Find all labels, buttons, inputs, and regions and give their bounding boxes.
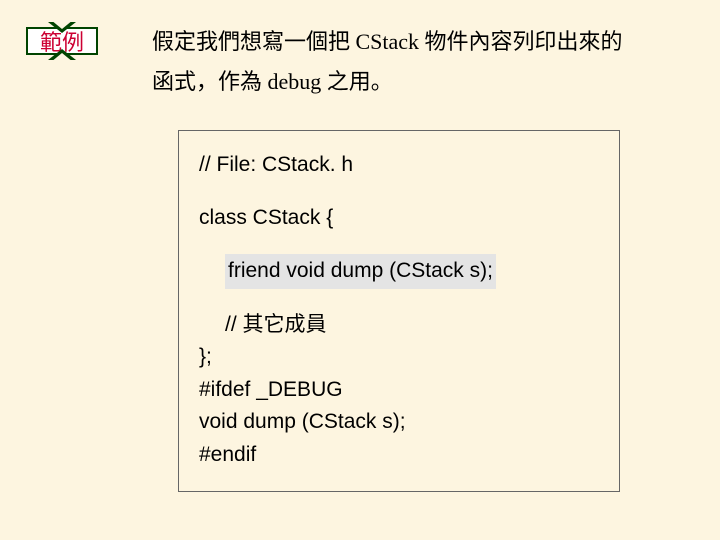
code-box: // File: CStack. h class CStack { friend… xyxy=(178,130,620,492)
code-line-4: // 其它成員 xyxy=(225,309,599,342)
desc-line-2: 函式，作為 debug 之用。 xyxy=(152,69,393,94)
code-line-2: class CStack { xyxy=(199,202,599,235)
code-line-6: #ifdef _DEBUG xyxy=(199,374,599,407)
code-line-8: #endif xyxy=(199,439,599,472)
code-line-5: }; xyxy=(199,341,599,374)
code-line-7: void dump (CStack s); xyxy=(199,406,599,439)
code-line-1: // File: CStack. h xyxy=(199,149,599,182)
description-text: 假定我們想寫一個把 CStack 物件內容列印出來的 函式，作為 debug 之… xyxy=(152,22,680,101)
desc-line-1: 假定我們想寫一個把 CStack 物件內容列印出來的 xyxy=(152,29,623,54)
code-line-3: friend void dump (CStack s); xyxy=(225,254,496,289)
example-ribbon: 範例 xyxy=(26,22,98,60)
